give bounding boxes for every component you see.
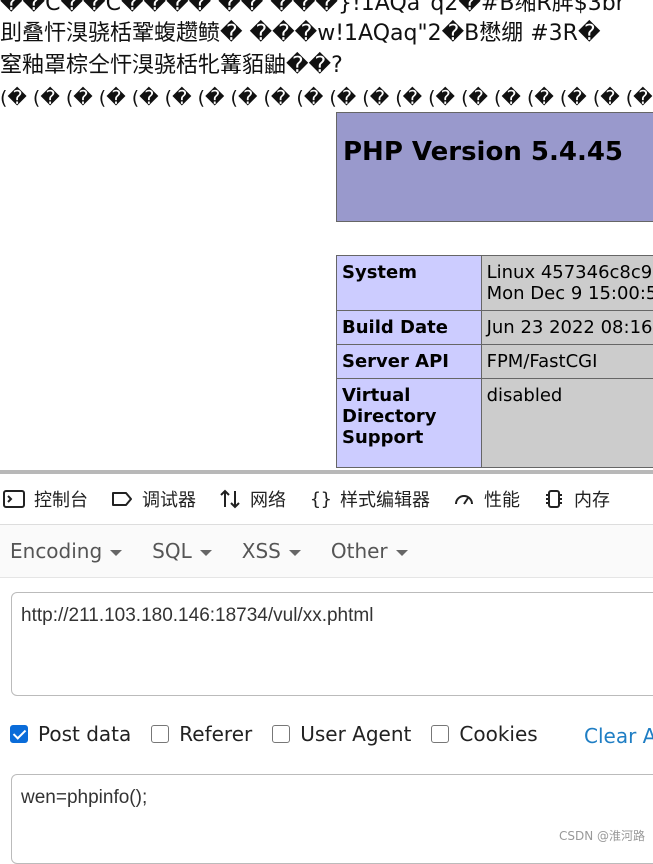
chevron-down-icon [200,550,212,556]
hackbar-toolbar: Encoding SQL XSS Other [0,525,653,578]
browser-page: ��C��C���� �� ���}!1AQa"q2�#B缃R脌$3br 刞叠忓… [0,0,653,470]
devtools-tabs: 控制台 调试器 网络 {} 样式编辑器 性能 内存 [0,474,653,525]
chevron-down-icon [110,550,122,556]
table-row: Virtual Directory Support disabled [337,379,653,468]
chevron-down-icon [396,550,408,556]
other-menu[interactable]: Other [331,539,408,563]
option-label: User Agent [300,722,411,746]
tab-label: 性能 [484,486,520,512]
garbled-text-line: (� (� (� (� (� (� (� (� (� (� (� (� (� (… [0,84,653,112]
info-value: Jun 23 2022 08:16:1 [481,311,653,345]
svg-text:{}: {} [310,489,332,510]
garbled-text-line: ��C��C���� �� ���}!1AQa"q2�#B缃R脌$3br [0,0,625,18]
menu-label: XSS [242,539,281,563]
post-body-input[interactable]: wen=phpinfo(); [11,774,653,864]
info-value-line: Linux 457346c8c98 [487,262,653,283]
tab-label: 控制台 [34,486,88,512]
tab-debugger[interactable]: 调试器 [110,486,196,512]
url-input[interactable]: http://211.103.180.146:18734/vul/xx.phtm… [11,592,653,696]
referer-option[interactable]: Referer [151,722,252,746]
debugger-icon [110,487,134,511]
sql-menu[interactable]: SQL [152,539,212,563]
menu-label: SQL [152,539,192,563]
menu-label: Other [331,539,388,563]
info-value-line: Mon Dec 9 15:00:5 [487,283,653,304]
tab-console[interactable]: 控制台 [2,486,88,512]
memory-icon [542,487,566,511]
clear-all-link[interactable]: Clear A [584,724,653,748]
phpinfo-header: PHP Version 5.4.45 [336,112,653,222]
xss-menu[interactable]: XSS [242,539,301,563]
tab-label: 网络 [250,486,286,512]
garbled-text-line: 窒釉罩棕仝忓湨骁栝牝篝貊鼬��? [0,52,343,80]
referer-checkbox[interactable] [151,725,169,743]
encoding-menu[interactable]: Encoding [10,539,122,563]
phpinfo-table: System Linux 457346c8c98 Mon Dec 9 15:00… [336,255,653,468]
garbled-text-line: 刞叠忓湨骁栝鞏蝮趱鲼� ���w!1AQaq"2�B懋绷 #3R� [0,20,601,48]
menu-label: Encoding [10,539,102,563]
option-label: Post data [38,722,131,746]
php-version-title: PHP Version 5.4.45 [343,137,623,167]
option-label: Cookies [459,722,537,746]
info-key: System [337,256,482,311]
network-icon [218,487,242,511]
info-key: Server API [337,345,482,379]
request-options: Post data Referer User Agent Cookies [10,722,558,746]
info-key: Virtual Directory Support [337,379,482,468]
tab-label: 样式编辑器 [340,486,430,512]
info-value: Linux 457346c8c98 Mon Dec 9 15:00:5 [481,256,653,311]
chevron-down-icon [289,550,301,556]
user-agent-checkbox[interactable] [272,725,290,743]
console-icon [2,487,26,511]
tab-label: 调试器 [142,486,196,512]
tab-performance[interactable]: 性能 [452,486,520,512]
tab-style-editor[interactable]: {} 样式编辑器 [308,486,430,512]
cookies-option[interactable]: Cookies [431,722,537,746]
post-data-option[interactable]: Post data [10,722,131,746]
info-key: Build Date [337,311,482,345]
devtools-panel: 控制台 调试器 网络 {} 样式编辑器 性能 内存 Encoding SQL X… [0,470,653,850]
tab-label: 内存 [574,486,610,512]
cookies-checkbox[interactable] [431,725,449,743]
tab-memory[interactable]: 内存 [542,486,610,512]
option-label: Referer [179,722,252,746]
info-value: FPM/FastCGI [481,345,653,379]
performance-icon [452,487,476,511]
table-row: Build Date Jun 23 2022 08:16:1 [337,311,653,345]
tab-network[interactable]: 网络 [218,486,286,512]
table-row: Server API FPM/FastCGI [337,345,653,379]
user-agent-option[interactable]: User Agent [272,722,411,746]
info-value: disabled [481,379,653,468]
watermark: CSDN @淮河路 [559,827,645,844]
post-data-checkbox[interactable] [10,725,28,743]
table-row: System Linux 457346c8c98 Mon Dec 9 15:00… [337,256,653,311]
style-editor-icon: {} [308,487,332,511]
